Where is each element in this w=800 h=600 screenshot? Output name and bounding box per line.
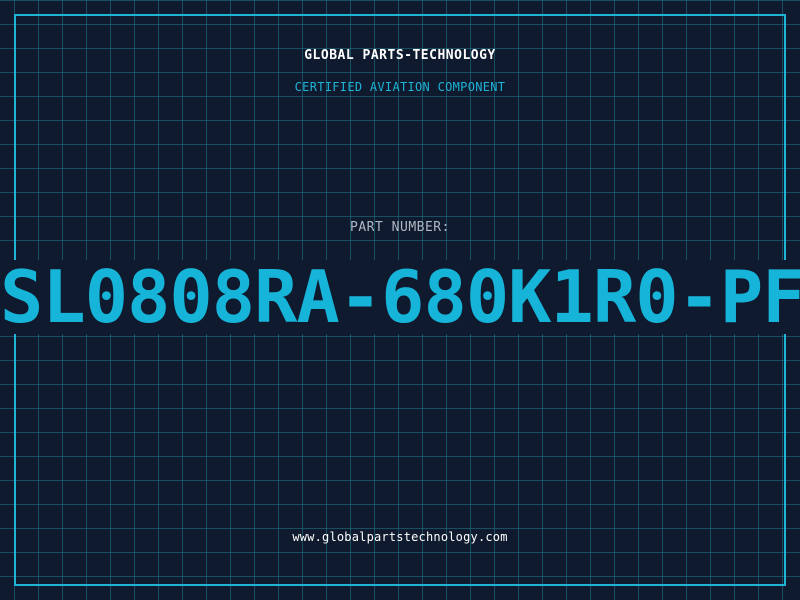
part-number-band: SL0808RA-680K1R0-PF: [0, 260, 800, 334]
certification-subtitle: CERTIFIED AVIATION COMPONENT: [294, 80, 506, 94]
part-number-label: PART NUMBER:: [350, 220, 450, 235]
company-name: GLOBAL PARTS-TECHNOLOGY: [304, 48, 496, 63]
part-number-value: SL0808RA-680K1R0-PF: [0, 260, 800, 334]
website-url: www.globalpartstechnology.com: [292, 530, 508, 544]
label-card: GLOBAL PARTS-TECHNOLOGY CERTIFIED AVIATI…: [0, 0, 800, 600]
